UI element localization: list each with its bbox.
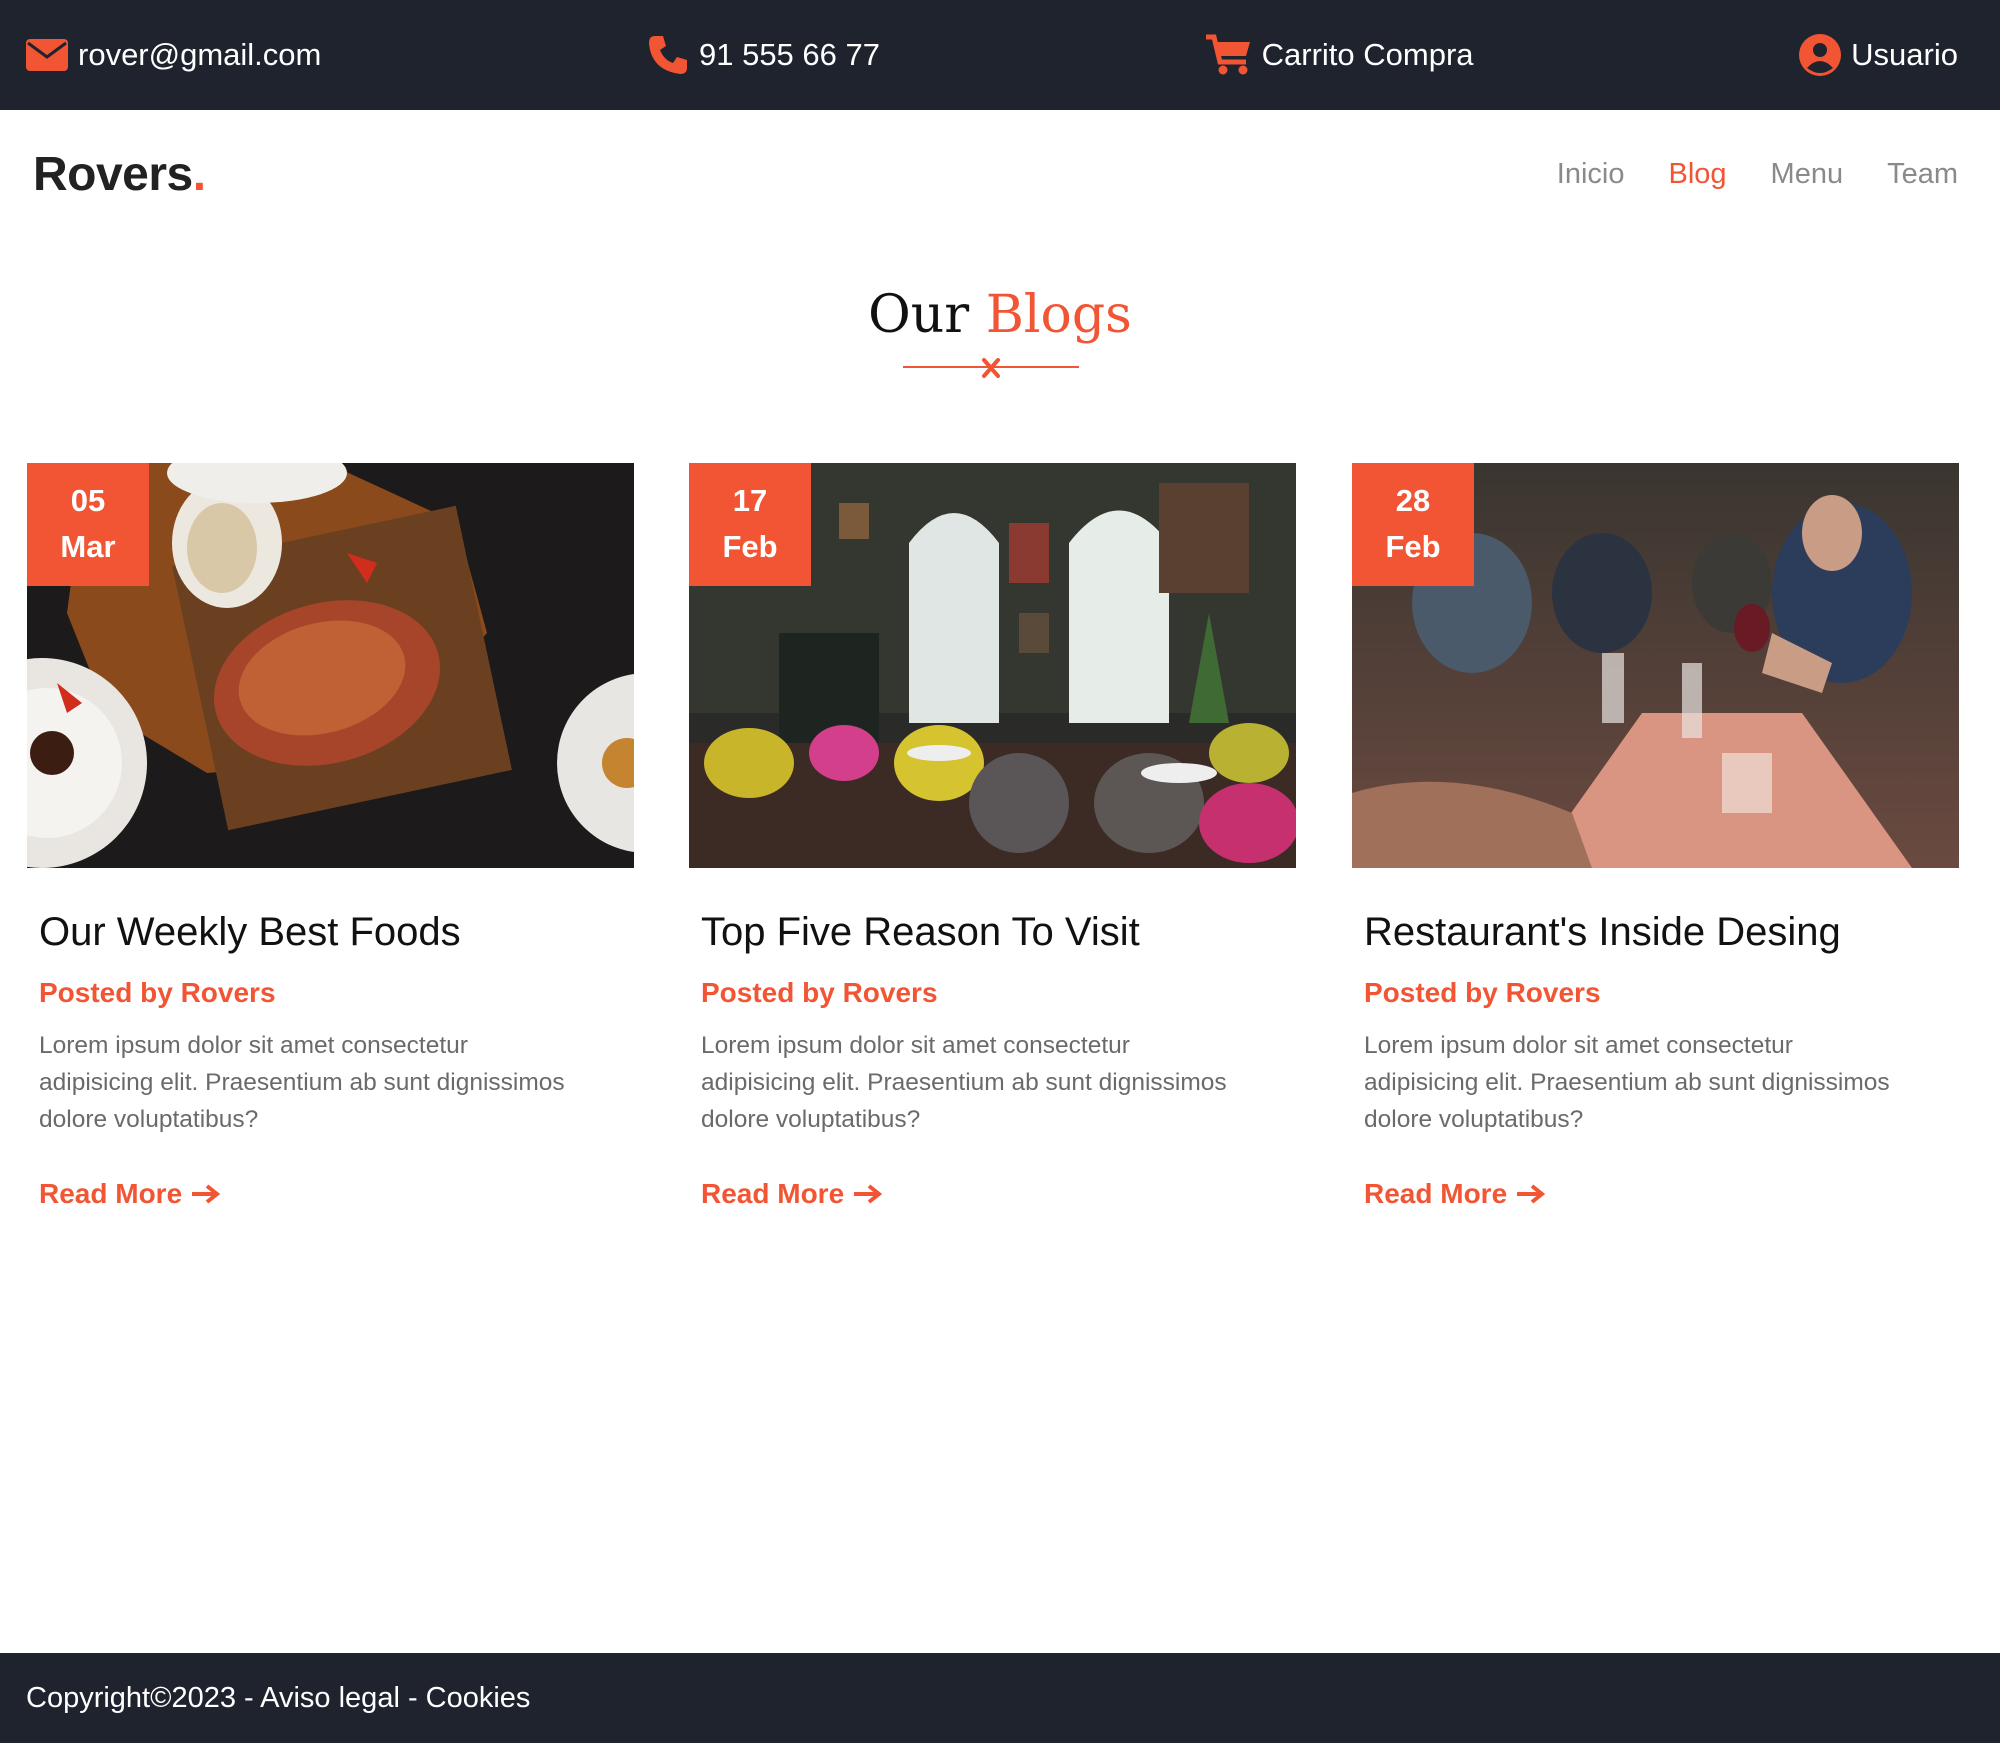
blog-title-1[interactable]: Our Weekly Best Foods xyxy=(27,910,634,955)
blog-excerpt-3: Lorem ipsum dolor sit amet consectetur a… xyxy=(1364,1032,1890,1133)
date-day: 28 xyxy=(1395,483,1431,518)
footer: Copyright©2023 - Aviso legal - Cookies xyxy=(0,1653,2000,1743)
logo-text: Rovers xyxy=(33,147,193,201)
nav-link-inicio[interactable]: Inicio xyxy=(1557,158,1625,191)
nav-link-menu[interactable]: Menu xyxy=(1771,158,1844,191)
email-contact[interactable]: rover@gmail.com xyxy=(26,37,321,73)
blog-image-3[interactable]: 28 Feb xyxy=(1352,463,1959,868)
cart-text: Carrito Compra xyxy=(1261,37,1474,72)
blog-excerpt-1: Lorem ipsum dolor sit amet consectetur a… xyxy=(39,1032,565,1133)
nav-link-team[interactable]: Team xyxy=(1887,158,1958,191)
read-more-button-1[interactable]: Read More xyxy=(39,1178,221,1210)
section-title-accent: Blogs xyxy=(985,285,1132,345)
date-badge-2: 17 Feb xyxy=(689,463,811,586)
section-title-prefix: Our xyxy=(868,285,970,345)
nav-link-blog[interactable]: Blog xyxy=(1668,158,1726,191)
footer-text: Copyright©2023 - Aviso legal - Cookies xyxy=(26,1681,531,1714)
read-more-button-3[interactable]: Read More xyxy=(1364,1178,1546,1210)
main-navigation: Rovers. Inicio Blog Menu Team xyxy=(0,110,2000,238)
date-badge-1: 05 Mar xyxy=(27,463,149,586)
date-month: Mar xyxy=(60,529,116,564)
blog-author-3: Posted by Rovers xyxy=(1364,977,1601,1008)
phone-text: 91 555 66 77 xyxy=(698,37,880,72)
user-circle-icon xyxy=(1799,34,1842,76)
date-badge-3: 28 Feb xyxy=(1352,463,1474,586)
arrow-right-icon xyxy=(854,1184,883,1204)
read-more-label: Read More xyxy=(1364,1178,1508,1209)
logo-dot: . xyxy=(192,147,206,201)
envelope-icon xyxy=(26,39,68,71)
site-logo[interactable]: Rovers. xyxy=(33,147,206,202)
blog-card-3: 28 Feb Restaurant's Inside Desing Posted… xyxy=(1352,463,1959,1210)
blog-title-3[interactable]: Restaurant's Inside Desing xyxy=(1352,910,1959,955)
email-text: rover@gmail.com xyxy=(78,37,322,72)
blog-image-1[interactable]: 05 Mar xyxy=(27,463,634,868)
blog-image-2[interactable]: 17 Feb xyxy=(689,463,1296,868)
date-month: Feb xyxy=(1385,529,1441,564)
blog-author-2: Posted by Rovers xyxy=(701,977,938,1008)
date-day: 05 xyxy=(70,483,106,518)
user-text: Usuario xyxy=(1851,37,1958,72)
arrow-right-icon xyxy=(1517,1184,1546,1204)
read-more-button-2[interactable]: Read More xyxy=(701,1178,883,1210)
date-day: 17 xyxy=(732,483,768,518)
phone-icon xyxy=(647,34,689,76)
title-divider-icon xyxy=(903,358,1079,378)
user-link[interactable]: Usuario xyxy=(1799,34,1958,76)
cart-icon xyxy=(1205,34,1252,76)
blog-title-2[interactable]: Top Five Reason To Visit xyxy=(689,910,1296,955)
section-title: Our Blogs xyxy=(0,285,2000,345)
blog-card-1: 05 Mar Our Weekly Best Foods Posted by R… xyxy=(27,463,634,1210)
blog-excerpt-2: Lorem ipsum dolor sit amet consectetur a… xyxy=(701,1032,1227,1133)
nav-links: Inicio Blog Menu Team xyxy=(1557,158,1958,191)
date-month: Feb xyxy=(722,529,778,564)
read-more-label: Read More xyxy=(39,1178,183,1209)
blog-author-1: Posted by Rovers xyxy=(39,977,276,1008)
top-bar: rover@gmail.com 91 555 66 77 Carrito Com… xyxy=(0,0,2000,110)
read-more-label: Read More xyxy=(701,1178,845,1209)
cart-link[interactable]: Carrito Compra xyxy=(1205,34,1474,76)
arrow-right-icon xyxy=(192,1184,221,1204)
phone-contact[interactable]: 91 555 66 77 xyxy=(647,34,880,76)
blog-card-2: 17 Feb Top Five Reason To Visit Posted b… xyxy=(689,463,1296,1210)
